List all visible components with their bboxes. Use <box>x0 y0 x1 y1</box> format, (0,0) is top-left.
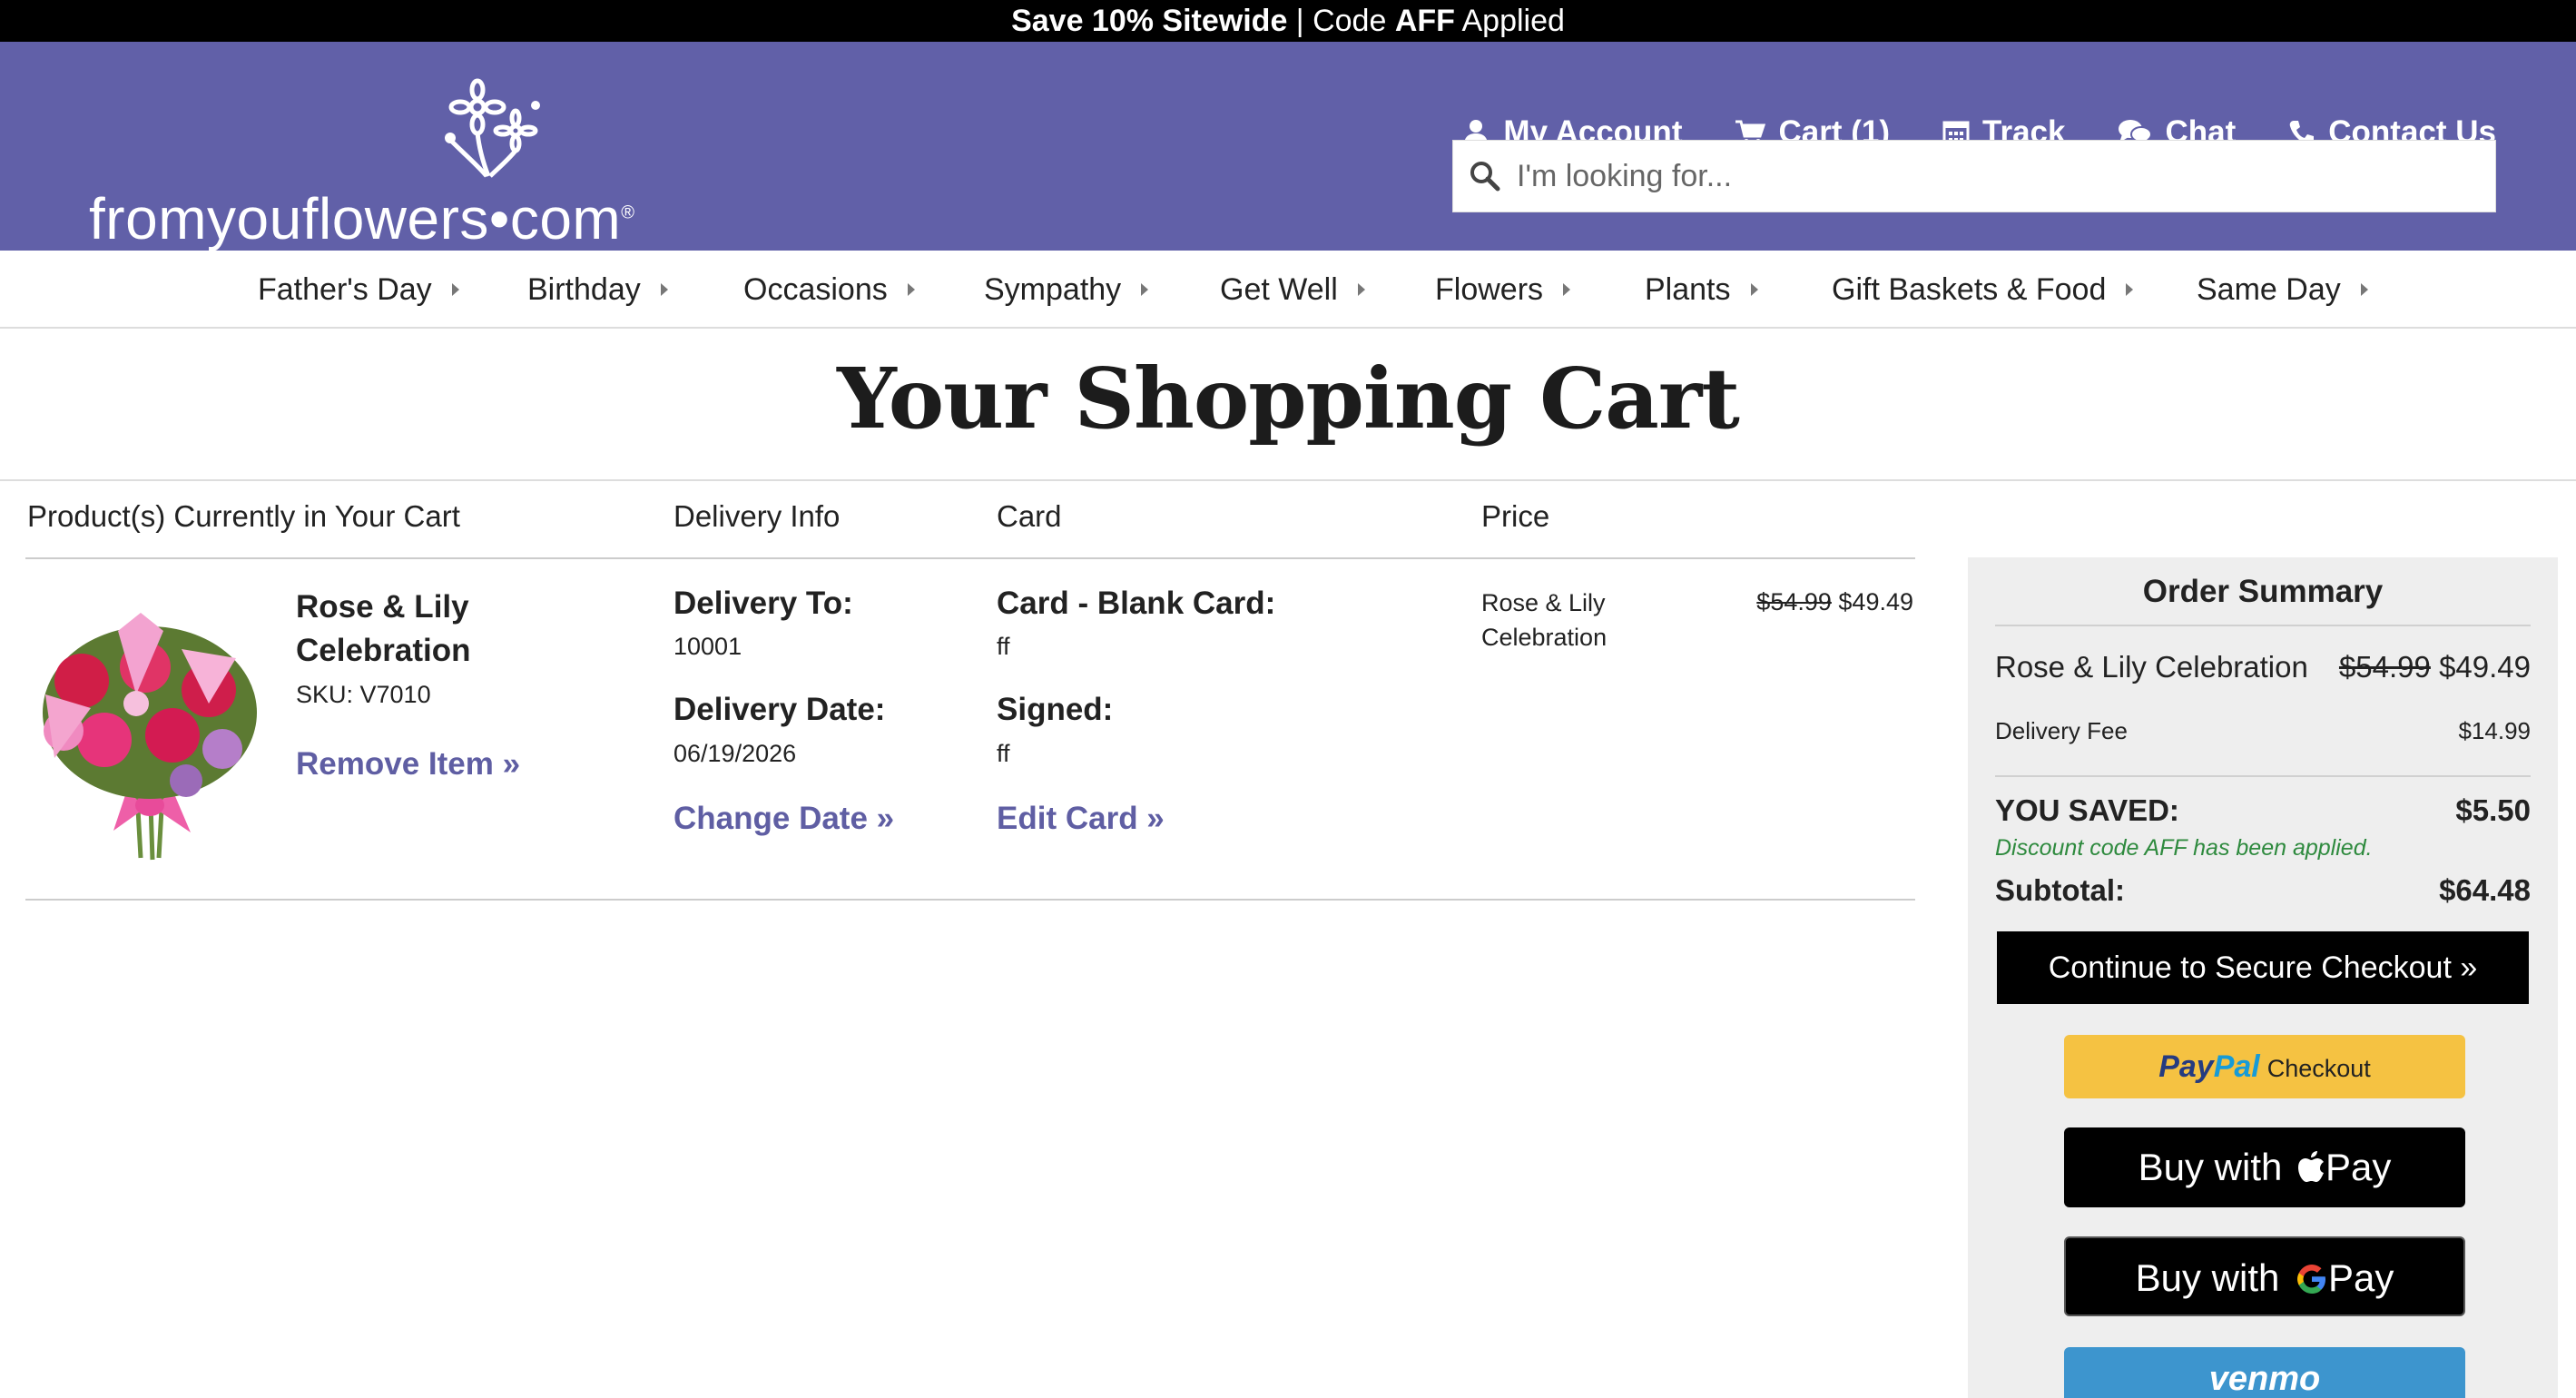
caret-right-icon <box>2360 283 2368 297</box>
delivery-zip: 10001 <box>673 633 742 660</box>
category-same-day[interactable]: Same Day <box>2197 251 2368 329</box>
remove-item-link[interactable]: Remove Item » <box>296 746 520 783</box>
caret-right-icon <box>1563 283 1571 297</box>
category-occasions[interactable]: Occasions <box>743 251 915 329</box>
column-header-delivery: Delivery Info <box>673 499 841 533</box>
caret-right-icon <box>660 283 668 297</box>
category-birthday[interactable]: Birthday <box>527 251 668 329</box>
category-get-well[interactable]: Get Well <box>1220 251 1365 329</box>
card-type-label: Card - Blank Card: <box>997 586 1276 621</box>
logo-wordmark: fromyouflowers•com® <box>89 185 634 252</box>
delivery-fee-value: $14.99 <box>2458 717 2531 744</box>
promo-code: AFF <box>1394 4 1455 38</box>
category-label: Gift Baskets & Food <box>1832 272 2107 307</box>
divider <box>1995 775 2531 777</box>
apple-pay-buy-label: Buy with <box>2138 1146 2283 1188</box>
page-title: Your Shopping Cart <box>837 350 1740 448</box>
promo-bold: Save 10% Sitewide <box>1011 4 1288 38</box>
subtotal-label: Subtotal: <box>1995 873 2125 907</box>
apple-pay-label: Pay <box>2325 1146 2392 1188</box>
logo-name: fromyouflowers <box>89 186 489 251</box>
category-label: Same Day <box>2197 272 2341 307</box>
edit-card-link[interactable]: Edit Card » <box>997 801 1165 837</box>
search-input[interactable] <box>1517 141 2479 212</box>
category-label: Get Well <box>1220 272 1338 307</box>
category-label: Birthday <box>527 272 641 307</box>
summary-product-price: $54.99 $49.49 <box>2339 650 2531 684</box>
product-image[interactable] <box>27 595 272 867</box>
summary-product-name: Rose & Lily Celebration <box>1995 650 2308 684</box>
category-plants[interactable]: Plants <box>1645 251 1758 329</box>
column-header-price: Price <box>1481 499 1550 533</box>
divider <box>25 557 1915 559</box>
paypal-logo-b: Pal <box>2213 1049 2260 1084</box>
item-old-price: $54.99 <box>1756 588 1832 615</box>
order-summary-panel: Order Summary Rose & Lily Celebration $5… <box>1968 557 2558 1398</box>
logo-tld: com <box>509 186 622 251</box>
logo-dot: • <box>488 186 510 251</box>
delivery-date-value: 06/19/2026 <box>673 740 797 767</box>
search-box <box>1452 140 2496 212</box>
delivery-fee-label: Delivery Fee <box>1995 717 2128 744</box>
caret-right-icon <box>1141 283 1149 297</box>
apple-logo-icon <box>2298 1151 2325 1182</box>
delivery-to-label: Delivery To: <box>673 586 853 621</box>
item-sale-price: $49.49 <box>1838 588 1913 615</box>
caret-right-icon <box>1750 283 1758 297</box>
category-label: Sympathy <box>984 272 1122 307</box>
flower-logo-icon <box>445 78 540 178</box>
search-icon[interactable] <box>1468 159 1502 193</box>
category-label: Father's Day <box>258 272 432 307</box>
caret-right-icon <box>1357 283 1365 297</box>
category-label: Plants <box>1645 272 1731 307</box>
product-name[interactable]: Rose & Lily Celebration <box>296 586 532 673</box>
summary-old-price: $54.99 <box>2338 650 2431 684</box>
product-sku: SKU: V7010 <box>296 681 431 708</box>
signed-value: ff <box>997 740 1010 767</box>
promo-tail: Applied <box>1454 4 1565 38</box>
you-saved-value: $5.50 <box>2455 793 2531 827</box>
signed-label: Signed: <box>997 692 1114 727</box>
google-logo-icon <box>2297 1265 2326 1294</box>
google-pay-buy-label: Buy with <box>2135 1256 2280 1299</box>
promo-banner: Save 10% Sitewide | Code AFF Applied <box>0 0 2576 42</box>
venmo-button[interactable]: venmo <box>2064 1347 2465 1398</box>
category-label: Occasions <box>743 272 888 307</box>
card-message-value: ff <box>997 633 1010 660</box>
category-flowers[interactable]: Flowers <box>1435 251 1571 329</box>
divider <box>0 479 2576 481</box>
column-header-products: Product(s) Currently in Your Cart <box>27 499 460 533</box>
site-logo[interactable]: fromyouflowers•com® <box>89 78 652 251</box>
category-gift-baskets-food[interactable]: Gift Baskets & Food <box>1832 251 2134 329</box>
delivery-date-label: Delivery Date: <box>673 692 886 727</box>
caret-right-icon <box>907 283 915 297</box>
price-product-name: Rose & Lily Celebration <box>1481 589 1608 651</box>
secure-checkout-button[interactable]: Continue to Secure Checkout » <box>1997 931 2529 1004</box>
column-header-card: Card <box>997 499 1062 533</box>
google-pay-label: Pay <box>2328 1256 2394 1299</box>
you-saved-label: YOU SAVED: <box>1995 793 2179 827</box>
category-label: Flowers <box>1435 272 1544 307</box>
order-summary-title: Order Summary <box>2142 574 2384 609</box>
divider <box>25 899 1915 901</box>
summary-sale-price: $49.49 <box>2439 650 2531 684</box>
discount-note: Discount code AFF has been applied. <box>1995 835 2373 861</box>
paypal-logo-a: Pay <box>2158 1049 2214 1084</box>
divider <box>1995 625 2531 626</box>
category-navigation: Father's Day Birthday Occasions Sympathy… <box>0 251 2576 329</box>
paypal-checkout-button[interactable]: PayPal Checkout <box>2064 1035 2465 1098</box>
promo-sep: | Code <box>1287 4 1395 38</box>
logo-registered: ® <box>621 202 635 223</box>
subtotal-value: $64.48 <box>2439 873 2531 907</box>
category-sympathy[interactable]: Sympathy <box>984 251 1149 329</box>
change-date-link[interactable]: Change Date » <box>673 801 894 837</box>
caret-right-icon <box>2126 283 2134 297</box>
apple-pay-button[interactable]: Buy with Pay <box>2064 1127 2465 1207</box>
google-pay-button[interactable]: Buy with Pay <box>2064 1236 2465 1316</box>
item-price: $54.99 $49.49 <box>1756 588 1913 616</box>
caret-right-icon <box>451 283 459 297</box>
site-header: fromyouflowers•com® My Account Cart (1) … <box>0 42 2576 251</box>
paypal-checkout-label: Checkout <box>2266 1055 2371 1082</box>
category-fathers-day[interactable]: Father's Day <box>258 251 459 329</box>
